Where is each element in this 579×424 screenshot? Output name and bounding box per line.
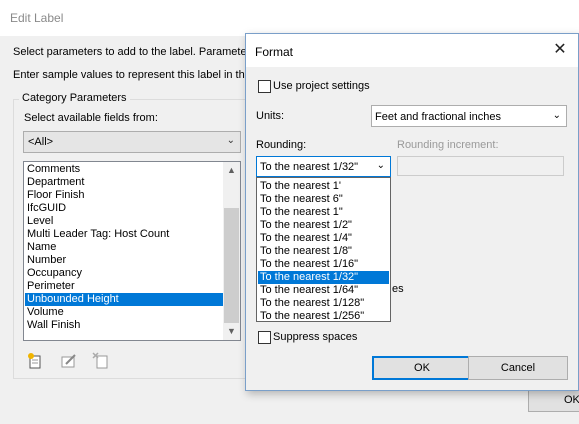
units-value: Feet and fractional inches [375,111,501,123]
rounding-option[interactable]: To the nearest 6" [258,193,389,206]
suppress-spaces-label: Suppress spaces [273,331,358,343]
rounding-label: Rounding: [256,139,307,151]
field-list-item[interactable]: Floor Finish [25,189,223,202]
rounding-increment-input [397,156,564,176]
add-parameter-button[interactable] [26,352,44,370]
use-project-settings-label: Use project settings [273,80,370,92]
field-list-item[interactable]: Level [25,215,223,228]
instruction-text-1: Select parameters to add to the label. P… [13,46,247,58]
delete-parameter-icon [92,352,108,369]
rounding-option[interactable]: To the nearest 1/2" [258,219,389,232]
field-list-item[interactable]: IfcGUID [25,202,223,215]
select-fields-label: Select available fields from: [24,112,158,124]
delete-parameter-button[interactable] [92,352,110,370]
chevron-down-icon: ⌄ [226,135,235,146]
use-project-settings-checkbox[interactable] [258,80,271,93]
chevron-down-icon: ⌄ [376,160,385,171]
cancel-button-label: Cancel [500,362,536,374]
field-list-item[interactable]: Occupancy [25,267,223,280]
field-list-item[interactable]: Wall Finish [25,319,223,332]
rounding-option[interactable]: To the nearest 1/256" [258,310,389,323]
close-icon[interactable]: ✕ [550,40,570,60]
field-list-item[interactable]: Name [25,241,223,254]
fields-filter-value: <All> [28,136,54,148]
edit-label-title: Edit Label [10,11,64,25]
instruction-text-2: Enter sample values to represent this la… [13,69,251,81]
cancel-button[interactable]: Cancel [468,356,568,380]
ok-button-label: OK [414,362,430,374]
units-dropdown[interactable]: Feet and fractional inches ⌄ [371,105,567,127]
rounding-option[interactable]: To the nearest 1/64" [258,284,389,297]
available-fields-list[interactable]: Comments Department Floor Finish IfcGUID Lev… [23,161,241,341]
rounding-dropdown[interactable]: To the nearest 1/32" ⌄ [256,156,391,177]
scroll-up-arrow-icon[interactable]: ▲ [223,162,240,179]
field-list-item[interactable]: Multi Leader Tag: Host Count [25,228,223,241]
format-title: Format [255,45,294,59]
units-label: Units: [256,110,285,122]
partially-hidden-label: es [392,283,404,295]
fields-scrollbar[interactable]: ▲ ▼ [223,162,240,340]
format-dialog: Format ✕ Use project settings Units: Fee… [245,33,579,391]
edit-label-ok-button[interactable]: OK [528,388,579,412]
category-parameters-label: Category Parameters [19,92,130,104]
edit-parameter-icon [61,354,76,368]
rounding-option[interactable]: To the nearest 1/32" [258,271,389,284]
rounding-option[interactable]: To the nearest 1/16" [258,258,389,271]
rounding-options-list[interactable]: To the nearest 1' To the nearest 6" To the… [256,177,391,322]
field-list-item[interactable]: Perimeter [25,280,223,293]
rounding-value: To the nearest 1/32" [260,161,359,173]
rounding-option[interactable]: To the nearest 1/8" [258,245,389,258]
rounding-option[interactable]: To the nearest 1/128" [258,297,389,310]
fields-filter-dropdown[interactable]: <All> ⌄ [23,131,241,153]
format-titlebar: Format ✕ [246,34,578,67]
chevron-down-icon: ⌄ [552,110,561,121]
suppress-spaces-checkbox[interactable] [258,331,271,344]
field-list-item[interactable]: Comments [25,163,223,176]
field-list-item[interactable]: Department [25,176,223,189]
rounding-increment-label: Rounding increment: [397,139,499,151]
scroll-down-arrow-icon[interactable]: ▼ [223,323,240,340]
field-list-item[interactable]: Unbounded Height [25,293,223,306]
scrollbar-thumb[interactable] [224,208,239,323]
rounding-option[interactable]: To the nearest 1/4" [258,232,389,245]
edit-label-titlebar: Edit Label [0,0,579,36]
rounding-option[interactable]: To the nearest 1" [258,206,389,219]
edit-label-ok-label: OK [564,394,579,406]
rounding-option[interactable]: To the nearest 1' [258,180,389,193]
ok-button[interactable]: OK [372,356,472,380]
field-list-item[interactable]: Volume [25,306,223,319]
edit-parameter-button[interactable] [60,352,78,370]
field-list-item[interactable]: Number [25,254,223,267]
add-parameter-icon [28,353,41,369]
